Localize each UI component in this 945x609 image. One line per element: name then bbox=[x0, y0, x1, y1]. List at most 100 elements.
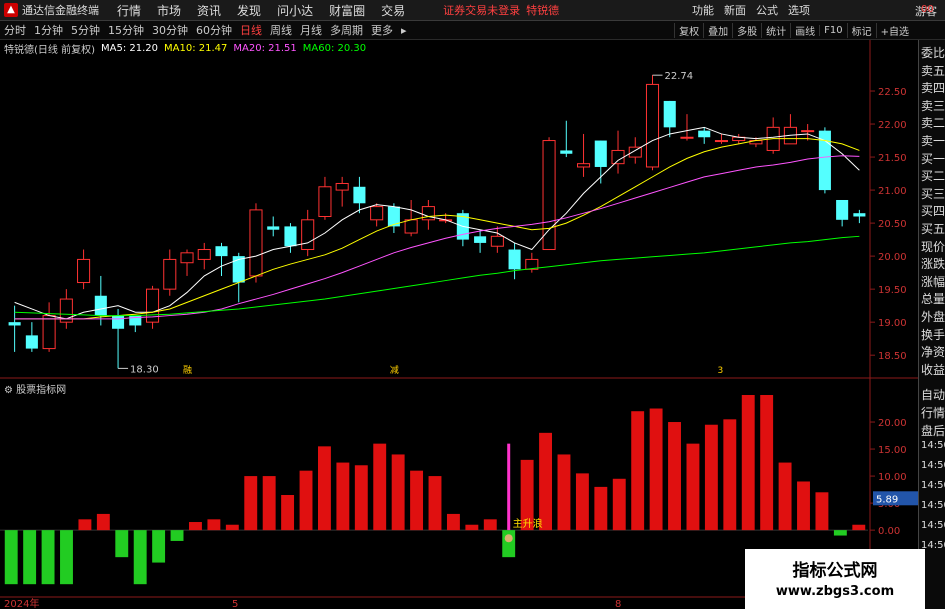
candle-up bbox=[301, 219, 315, 251]
bar-negative bbox=[41, 530, 55, 585]
line-ma10 bbox=[14, 138, 860, 320]
bar-positive bbox=[668, 422, 681, 531]
bar-positive bbox=[741, 395, 755, 531]
candle-up bbox=[370, 206, 384, 221]
event-marker: 3 bbox=[717, 366, 723, 376]
side-label: 买三 bbox=[921, 186, 945, 201]
side-time: 14:50 bbox=[921, 500, 945, 511]
bar-negative bbox=[502, 530, 516, 558]
bar-positive bbox=[189, 522, 202, 531]
bar-negative bbox=[4, 530, 18, 585]
line-ma5 bbox=[14, 126, 860, 320]
price-tick-label: 20.00 bbox=[878, 252, 907, 263]
bar-positive bbox=[612, 478, 626, 531]
price-tick-label: 22.00 bbox=[878, 120, 907, 131]
watermark-title: 指标公式网 bbox=[792, 561, 878, 581]
bar-positive bbox=[281, 495, 295, 531]
bar-positive bbox=[686, 443, 700, 531]
candle-down bbox=[112, 315, 125, 329]
indicator-gear-icon[interactable]: ⚙ bbox=[4, 385, 13, 396]
bar-positive bbox=[539, 432, 553, 531]
side-label: 涨跌 bbox=[921, 257, 945, 272]
candle-up bbox=[163, 258, 177, 290]
candle-down bbox=[267, 226, 280, 230]
bar-positive bbox=[594, 486, 608, 531]
bar-positive bbox=[852, 524, 866, 531]
side-label: 收益 bbox=[921, 362, 945, 377]
candle-down bbox=[698, 130, 711, 138]
candle-up bbox=[628, 146, 642, 158]
candle-up bbox=[680, 136, 694, 139]
candle-down bbox=[474, 236, 487, 243]
bar-negative bbox=[60, 530, 73, 585]
bar-positive bbox=[373, 443, 387, 531]
bar-positive bbox=[317, 446, 331, 531]
side-label: 卖五 bbox=[921, 63, 945, 78]
kline-chart[interactable]: 22.50 22.00 21.50 21.00 20.50 20.00 19.50 19.00… bbox=[0, 0, 918, 609]
bar-positive bbox=[391, 454, 405, 531]
bar-positive bbox=[78, 519, 92, 531]
candle-up bbox=[404, 219, 418, 234]
price-tick-label: 20.50 bbox=[878, 219, 907, 230]
bar-positive bbox=[778, 462, 792, 531]
bar-positive bbox=[428, 476, 442, 531]
price-tick-label: 21.00 bbox=[878, 186, 907, 197]
bar-positive bbox=[207, 519, 221, 531]
side-label-bottom[interactable]: 行情 bbox=[921, 404, 945, 421]
x-tick-label: 8 bbox=[615, 599, 621, 609]
side-number: 00 bbox=[921, 4, 934, 15]
side-time: 14:50 bbox=[921, 440, 945, 451]
side-label: 买五 bbox=[921, 222, 945, 236]
line-ma60 bbox=[14, 235, 860, 317]
bar-positive bbox=[465, 524, 479, 531]
bar-positive bbox=[704, 424, 718, 531]
bar-positive bbox=[225, 524, 239, 531]
side-label: 卖二 bbox=[921, 116, 945, 131]
value-badge-text: 5.89 bbox=[876, 494, 898, 505]
signal-line bbox=[507, 443, 511, 531]
bar-positive bbox=[336, 462, 350, 531]
candle-up bbox=[490, 235, 504, 247]
bar-positive bbox=[723, 419, 737, 531]
candle-up bbox=[197, 249, 211, 260]
bar-negative bbox=[833, 530, 847, 536]
candle-up bbox=[645, 83, 660, 168]
indicator-title: ⚙ 股票指标网 bbox=[4, 381, 66, 396]
ind-tick-label: 20.00 bbox=[878, 418, 907, 429]
candle-up bbox=[421, 206, 435, 221]
candle-up bbox=[801, 130, 815, 133]
side-label: 总量 bbox=[921, 292, 945, 307]
bar-positive bbox=[354, 465, 368, 531]
side-label-bottom[interactable]: 盘后 bbox=[921, 422, 945, 439]
side-label: 卖三 bbox=[921, 98, 945, 113]
bar-positive bbox=[96, 513, 110, 531]
side-label: 换手 bbox=[921, 327, 945, 342]
line-ma20 bbox=[14, 155, 860, 320]
price-tick-label: 19.00 bbox=[878, 318, 907, 329]
ind-tick-label: 0.00 bbox=[878, 526, 900, 537]
high-label: 22.74 bbox=[665, 71, 694, 82]
event-marker: 融 bbox=[183, 365, 192, 376]
side-label-bottom[interactable]: 自动 bbox=[921, 386, 945, 403]
bar-negative bbox=[133, 530, 147, 585]
bar-negative bbox=[152, 530, 166, 563]
low-label: 18.30 bbox=[130, 364, 159, 375]
bar-positive bbox=[649, 408, 663, 531]
side-label: 卖一 bbox=[921, 134, 945, 148]
side-label: 现价 bbox=[921, 239, 945, 254]
side-time: 14:50 bbox=[921, 460, 945, 471]
bar-positive bbox=[631, 411, 645, 531]
side-label: 买二 bbox=[921, 169, 945, 184]
candle-down bbox=[663, 100, 676, 128]
candle-up bbox=[335, 182, 349, 191]
indicator-name: 股票指标网 bbox=[16, 385, 67, 396]
bar-positive bbox=[244, 476, 258, 531]
x-tick-label: 2024年 bbox=[4, 597, 39, 609]
event-marker: 减 bbox=[390, 364, 399, 376]
price-tick-label: 18.50 bbox=[878, 351, 907, 362]
side-label: 净资 bbox=[921, 345, 945, 360]
candle-up bbox=[249, 209, 263, 277]
candle-down bbox=[508, 249, 521, 270]
side-time: 14:50 bbox=[921, 520, 945, 531]
watermark-url: www.zbgs3.com bbox=[775, 584, 895, 599]
